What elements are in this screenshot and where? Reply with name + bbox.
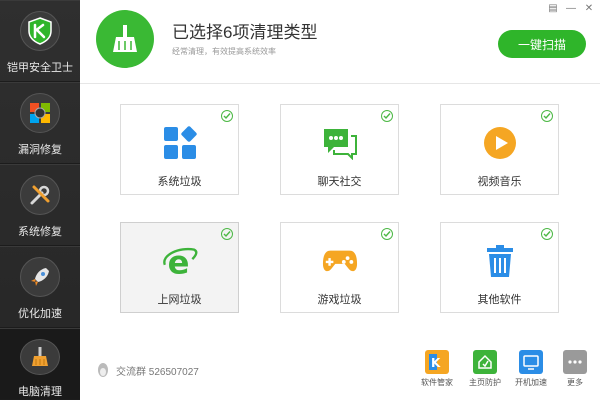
header: 已选择6项清理类型 经常清理，有效提高系统效率 一键扫描 [80, 0, 600, 84]
wrench-screwdriver-icon [20, 175, 60, 215]
sidebar-item-label: 漏洞修复 [18, 144, 62, 156]
category-card-chat-social[interactable]: 聊天社交 [280, 104, 399, 195]
sidebar-item-sys-repair[interactable]: 系统修复 [0, 164, 80, 246]
category-card-video-music[interactable]: 视频音乐 [440, 104, 559, 195]
boot-speedup-icon [519, 350, 543, 374]
sidebar-item-optimize[interactable]: 优化加速 [0, 246, 80, 328]
play-circle-icon [482, 125, 518, 161]
tool-label: 更多 [567, 378, 583, 387]
windows-logo-icon [20, 93, 60, 133]
checkmark-icon[interactable] [541, 228, 553, 240]
tool-homepage-protect[interactable]: 主页防护 [466, 350, 504, 388]
software-manager-icon: K [425, 350, 449, 374]
page-subtitle: 经常清理，有效提高系统效率 [172, 47, 276, 56]
category-card-other-software[interactable]: 其他软件 [440, 222, 559, 313]
broom-icon [96, 10, 154, 68]
sidebar-item-label: 电脑清理 [18, 386, 62, 398]
sidebar-item-home[interactable]: 铠甲安全卫士 [0, 0, 80, 82]
system-blocks-icon [162, 125, 198, 161]
category-label: 聊天社交 [317, 176, 362, 188]
checkmark-icon[interactable] [221, 110, 233, 122]
tool-more[interactable]: 更多 [556, 350, 594, 388]
category-label: 上网垃圾 [157, 294, 202, 306]
tool-label: 软件管家 [421, 378, 453, 387]
trash-can-icon [482, 243, 518, 279]
tool-label: 主页防护 [469, 378, 501, 387]
ie-browser-icon: e [162, 243, 198, 279]
one-click-scan-button[interactable]: 一键扫描 [498, 30, 586, 58]
tool-boot-speedup[interactable]: 开机加速 [512, 350, 550, 388]
qq-group-info[interactable]: 交流群 526507027 [96, 362, 199, 378]
qq-group-text: 交流群 526507027 [116, 366, 199, 378]
homepage-protect-icon [473, 350, 497, 374]
sidebar-item-label: 铠甲安全卫士 [7, 62, 73, 74]
category-label: 其他软件 [477, 294, 522, 306]
broom-icon [20, 339, 60, 375]
sidebar: 铠甲安全卫士 漏洞修复 系统修复 优化加速 电脑清理 [0, 0, 80, 400]
sidebar-item-label: 系统修复 [18, 226, 62, 238]
page-title: 已选择6项清理类型 [172, 23, 318, 42]
penguin-icon [98, 363, 108, 377]
checkmark-icon[interactable] [381, 228, 393, 240]
checkmark-icon[interactable] [541, 110, 553, 122]
svg-text:K: K [431, 356, 441, 370]
more-icon [563, 350, 587, 374]
category-label: 系统垃圾 [157, 176, 202, 188]
sidebar-item-vuln-fix[interactable]: 漏洞修复 [0, 82, 80, 164]
tool-label: 开机加速 [515, 378, 547, 387]
gamepad-icon [322, 243, 358, 279]
checkmark-icon[interactable] [381, 110, 393, 122]
category-label: 游戏垃圾 [317, 294, 362, 306]
rocket-icon [20, 257, 60, 297]
checkmark-icon[interactable] [221, 228, 233, 240]
category-card-web-junk[interactable]: e 上网垃圾 [120, 222, 239, 313]
shield-k-icon [20, 11, 60, 51]
category-card-system-junk[interactable]: 系统垃圾 [120, 104, 239, 195]
tool-software-manager[interactable]: K 软件管家 [418, 350, 456, 388]
sidebar-item-label: 优化加速 [18, 308, 62, 320]
sidebar-item-pc-clean[interactable]: 电脑清理 [0, 328, 80, 400]
category-label: 视频音乐 [477, 176, 522, 188]
chat-bubbles-icon [322, 125, 358, 161]
category-card-game-junk[interactable]: 游戏垃圾 [280, 222, 399, 313]
